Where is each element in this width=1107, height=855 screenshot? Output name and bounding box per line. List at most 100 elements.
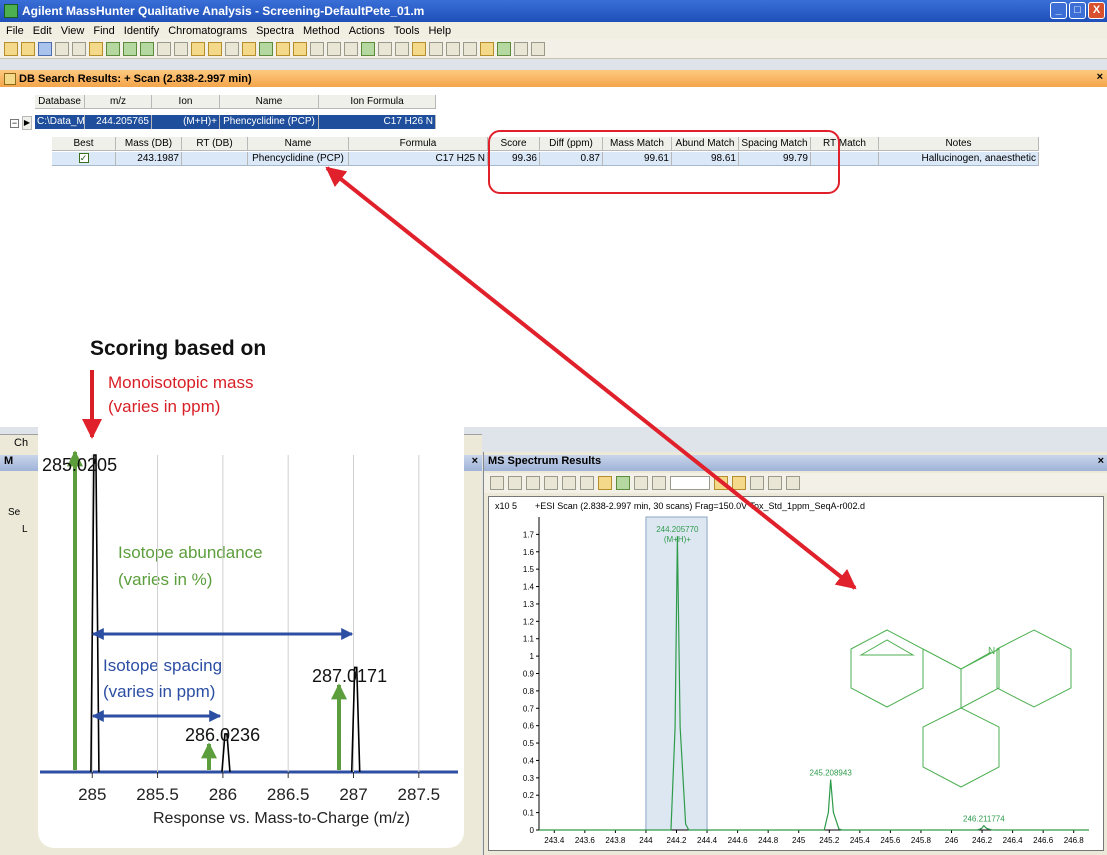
- col-mass-db[interactable]: Mass (DB): [116, 137, 182, 151]
- col-best[interactable]: Best: [52, 137, 116, 151]
- compound-icon[interactable]: [361, 41, 375, 56]
- maximize-button[interactable]: □: [1069, 2, 1086, 19]
- row-selector-icon[interactable]: ▶: [22, 116, 32, 130]
- menu-file[interactable]: File: [6, 25, 24, 37]
- link-icon[interactable]: [514, 41, 528, 56]
- col-name[interactable]: Name: [220, 95, 319, 109]
- check-all-icon[interactable]: [123, 41, 137, 56]
- redo-icon[interactable]: [174, 41, 188, 56]
- y-tick-label: 0.9: [523, 670, 535, 679]
- open-data-icon[interactable]: [21, 41, 35, 56]
- library-icon[interactable]: [463, 41, 477, 56]
- search-icon[interactable]: [412, 41, 426, 56]
- menu-edit[interactable]: Edit: [33, 25, 52, 37]
- close-window-button[interactable]: X: [1088, 2, 1105, 19]
- col-ion-formula[interactable]: Ion Formula: [319, 95, 436, 109]
- spectrum-toolbar: [484, 473, 1107, 493]
- method-editor-icon[interactable]: [242, 41, 256, 56]
- col-child-name[interactable]: Name: [248, 137, 349, 151]
- autoscale-icon[interactable]: [490, 476, 504, 490]
- benzene-ring: [850, 629, 924, 708]
- db-search-results-header: DB Search Results: + Scan (2.838-2.997 m…: [0, 70, 1107, 87]
- rotate-right-icon[interactable]: [652, 476, 666, 490]
- print-icon[interactable]: [72, 41, 86, 56]
- chromatogram-tab[interactable]: Ch: [14, 437, 28, 449]
- spectrum-icon[interactable]: [293, 41, 307, 56]
- zoom-icon[interactable]: [544, 476, 558, 490]
- bar-spectrum-icon[interactable]: [378, 41, 392, 56]
- menu-identify[interactable]: Identify: [124, 25, 159, 37]
- menu-tools[interactable]: Tools: [394, 25, 420, 37]
- y-tick-label: 1.5: [523, 565, 535, 574]
- pick-peaks-icon[interactable]: [580, 476, 594, 490]
- close-method-pane-button[interactable]: ×: [472, 455, 478, 467]
- phenyl-bond: [922, 648, 962, 670]
- spectrum-mode-icon[interactable]: [598, 476, 612, 490]
- inset-xlabel: Response vs. Mass-to-Charge (m/z): [153, 810, 410, 827]
- export-icon[interactable]: [531, 41, 545, 56]
- cell-mass-db: 243.1987: [116, 152, 182, 166]
- method-pane-item-2[interactable]: L: [22, 524, 28, 535]
- col-rt-db[interactable]: RT (DB): [182, 137, 248, 151]
- col-database[interactable]: Database: [35, 95, 85, 109]
- parent-row[interactable]: C:\Data_Mas... 244.205765 (M+H)+ Phencyc…: [35, 115, 436, 129]
- chromatogram-icon[interactable]: [259, 41, 273, 56]
- check-icon[interactable]: [106, 41, 120, 56]
- isotope-icon[interactable]: [395, 41, 409, 56]
- col-notes[interactable]: Notes: [879, 137, 1039, 151]
- menu-chromatograms[interactable]: Chromatograms: [168, 25, 247, 37]
- results-icon[interactable]: [480, 41, 494, 56]
- baseline-icon[interactable]: [327, 41, 341, 56]
- ms-spectrum-title: MS Spectrum Results: [488, 455, 602, 467]
- ms-spectrum-chart[interactable]: x10 5 +ESI Scan (2.838-2.997 min, 30 sca…: [489, 497, 1103, 850]
- menu-view[interactable]: View: [61, 25, 85, 37]
- results-db-icon[interactable]: [497, 41, 511, 56]
- spectrum-chart-box[interactable]: x10 5 +ESI Scan (2.838-2.997 min, 30 sca…: [488, 496, 1104, 851]
- normalize-icon[interactable]: [768, 476, 782, 490]
- db-search-icon[interactable]: [208, 41, 222, 56]
- y-tick-label: 1.1: [523, 635, 535, 644]
- menu-help[interactable]: Help: [428, 25, 451, 37]
- rotate-left-icon[interactable]: [634, 476, 648, 490]
- open-icon[interactable]: [4, 41, 18, 56]
- zoom-box-icon[interactable]: [562, 476, 576, 490]
- pan-x-icon[interactable]: [508, 476, 522, 490]
- col-ion[interactable]: Ion: [152, 95, 220, 109]
- peak-label-285: 285.0205: [42, 455, 118, 475]
- col-formula[interactable]: Formula: [349, 137, 488, 151]
- formula-db-icon[interactable]: [446, 41, 460, 56]
- menu-spectra[interactable]: Spectra: [256, 25, 294, 37]
- col-mz[interactable]: m/z: [85, 95, 152, 109]
- spectrum-print-icon[interactable]: [786, 476, 800, 490]
- peak-list-icon[interactable]: [310, 41, 324, 56]
- save-icon[interactable]: [38, 41, 52, 56]
- close-panel-button[interactable]: ×: [1097, 71, 1103, 83]
- panel-icon: [4, 72, 16, 85]
- best-checkbox[interactable]: ✓: [78, 153, 89, 164]
- menu-actions[interactable]: Actions: [349, 25, 385, 37]
- spectrum-peaks-icon[interactable]: [616, 476, 630, 490]
- formula-icon[interactable]: [429, 41, 443, 56]
- spectrum-select-dropdown[interactable]: [670, 476, 710, 490]
- minimize-button[interactable]: _: [1050, 2, 1067, 19]
- cell-best[interactable]: ✓: [52, 152, 116, 166]
- close-ms-spectrum-button[interactable]: ×: [1098, 455, 1104, 467]
- undo-icon[interactable]: [157, 41, 171, 56]
- print-preview-icon[interactable]: [55, 41, 69, 56]
- method-icon[interactable]: [89, 41, 103, 56]
- bar-view-icon[interactable]: [714, 476, 728, 490]
- percent-scale-icon[interactable]: [750, 476, 764, 490]
- title-bar: Agilent MassHunter Qualitative Analysis …: [0, 0, 1107, 22]
- identify-icon[interactable]: [191, 41, 205, 56]
- collapse-icon[interactable]: −: [10, 119, 19, 128]
- percent-icon[interactable]: [732, 476, 746, 490]
- integrate-icon[interactable]: [276, 41, 290, 56]
- method-pane-item-1[interactable]: Se: [8, 507, 20, 518]
- report-icon[interactable]: [225, 41, 239, 56]
- menu-find[interactable]: Find: [93, 25, 114, 37]
- menu-method[interactable]: Method: [303, 25, 340, 37]
- smooth-icon[interactable]: [344, 41, 358, 56]
- pan-y-icon[interactable]: [526, 476, 540, 490]
- check-selected-icon[interactable]: [140, 41, 154, 56]
- parent-header-row: Database m/z Ion Name Ion Formula: [35, 95, 436, 109]
